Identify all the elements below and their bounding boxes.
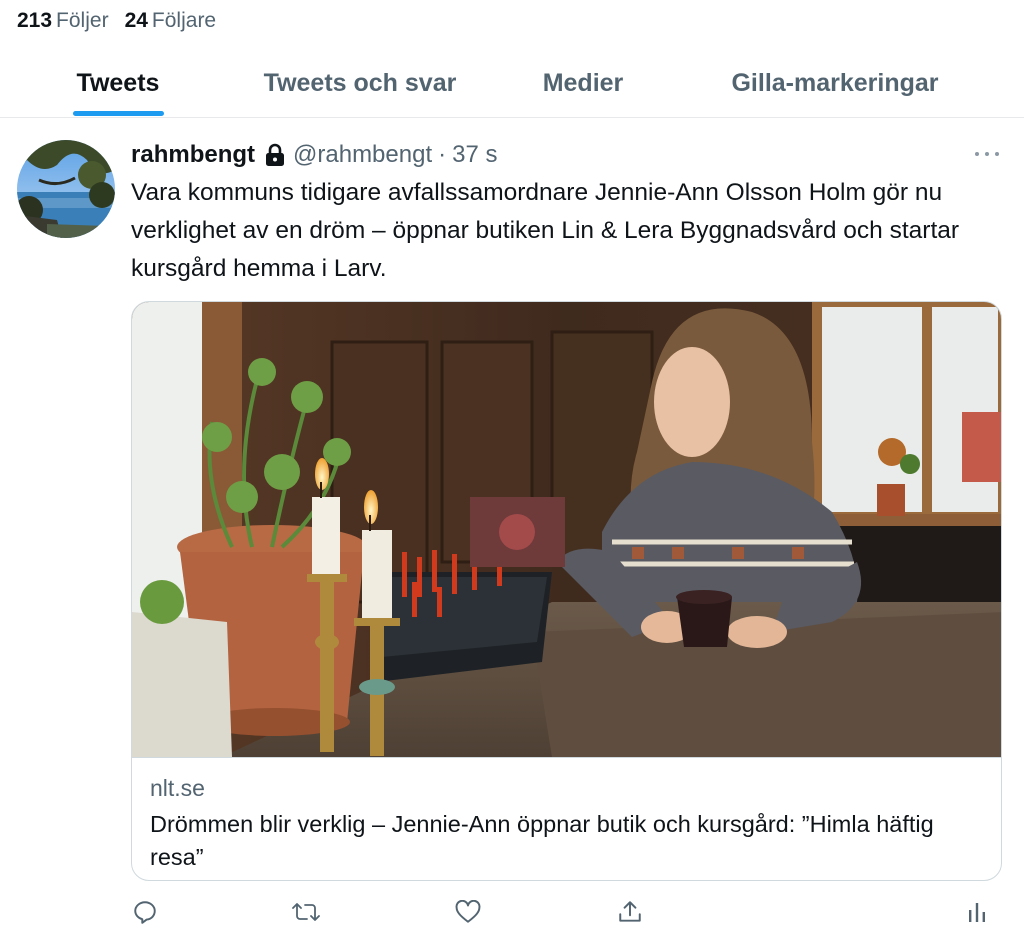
card-title: Drömmen blir verklig – Jennie-Ann öppnar… (150, 811, 934, 870)
tweet-header: rahmbengt @rahmbengt · 37 s (131, 138, 498, 172)
share-icon[interactable] (610, 892, 650, 932)
lock-icon (264, 143, 286, 167)
analytics-icon[interactable] (957, 892, 997, 932)
separator-dot: · (438, 141, 447, 168)
followers-label: Följare (151, 9, 217, 32)
tweet-actions (0, 892, 1024, 932)
avatar[interactable] (17, 140, 115, 238)
tab-tweets[interactable]: Tweets (60, 48, 176, 118)
tab-media[interactable]: Medier (528, 48, 638, 118)
following-label: Följer (56, 9, 109, 32)
tweet-text: Vara kommuns tidigare avfallssamordnare … (131, 179, 960, 282)
profile-stats: 213 Följer 24 Följare (17, 6, 216, 36)
card-meta[interactable]: nlt.se Drömmen blir verklig – Jennie-Ann… (132, 757, 1001, 880)
following-link[interactable]: 213 Följer (17, 9, 109, 33)
tweet-timestamp[interactable]: 37 s (452, 141, 497, 169)
display-name[interactable]: rahmbengt (131, 141, 255, 169)
more-horizontal-icon[interactable] (972, 146, 1002, 162)
reply-icon[interactable] (125, 892, 165, 932)
retweet-icon[interactable] (286, 892, 326, 932)
profile-tabs: Tweets Tweets och svar Medier Gilla-mark… (0, 48, 1024, 118)
link-card[interactable]: nlt.se Drömmen blir verklig – Jennie-Ann… (131, 301, 1002, 881)
card-domain: nlt.se (150, 775, 205, 801)
like-icon[interactable] (448, 892, 488, 932)
card-image[interactable] (132, 302, 1002, 757)
tab-likes[interactable]: Gilla-markeringar (712, 48, 958, 118)
user-handle[interactable]: @rahmbengt (293, 141, 432, 169)
avatar-image (17, 140, 115, 238)
followers-link[interactable]: 24 Följare (125, 9, 217, 33)
followers-count: 24 (124, 9, 148, 32)
following-count: 213 (17, 9, 53, 32)
active-tab-indicator (73, 111, 164, 116)
tab-tweets-and-replies[interactable]: Tweets och svar (250, 48, 470, 118)
